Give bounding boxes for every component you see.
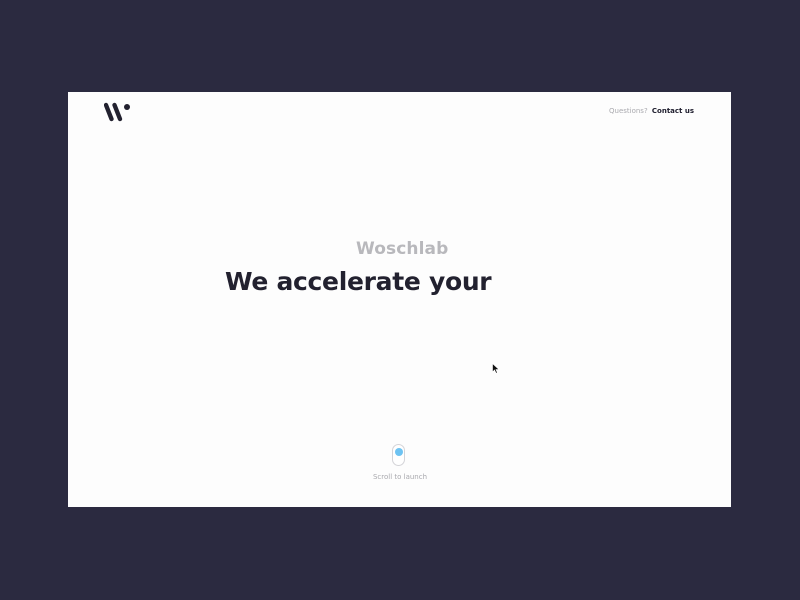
hero-subtitle: Woschlab: [356, 239, 449, 259]
questions-label: Questions?: [609, 107, 648, 115]
scroll-dot: [395, 448, 403, 456]
scroll-label: Scroll to launch: [372, 473, 428, 481]
w-logo-icon[interactable]: [104, 102, 132, 122]
hero-title: We accelerate your: [225, 267, 492, 296]
header-contact-area: Questions? Contact us: [609, 107, 694, 116]
mouse-scroll-icon: [392, 444, 405, 466]
contact-us-link[interactable]: Contact us: [652, 107, 694, 115]
cursor-arrow-icon: [492, 363, 500, 374]
scroll-indicator[interactable]: [392, 444, 407, 468]
page-canvas: Questions? Contact us Woschlab We accele…: [68, 92, 731, 507]
